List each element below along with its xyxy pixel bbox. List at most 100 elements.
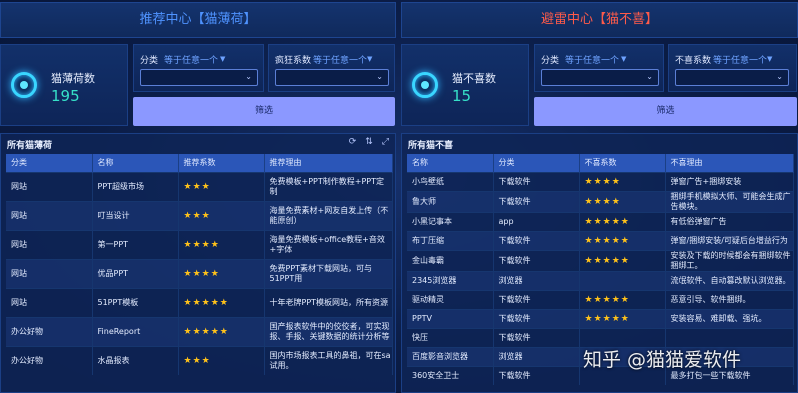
cell-reason: 国产报表软件中的佼佼者，可实现报、手报、关键数据的统计分析等 [264, 316, 393, 346]
table-row[interactable]: 金山毒霸 下载软件 ★★★★★ 安装及下载的时候都会有捆绑软件捆绑工。 [407, 249, 794, 271]
dislike-stat-card: 猫不喜数 15 [401, 44, 529, 126]
cell-category: app [493, 211, 580, 231]
table-row[interactable]: 网站 51PPT模板 ★★★★★ 十年老牌PPT模板网站，所有资源 [6, 287, 393, 317]
table-row[interactable]: 小黑记事本 app ★★★★★ 有低俗弹窗广告 [407, 211, 794, 231]
cell-name: 优品PPT [92, 258, 179, 288]
cell-rating: ★★★★★ [579, 249, 666, 271]
table-header-row: 分类 名称 推荐系数 推荐理由 [6, 154, 393, 172]
filter-button[interactable]: 筛选 [534, 97, 797, 126]
chevron-down-icon: ⌄ [646, 72, 653, 81]
column-header[interactable]: 名称 [92, 154, 179, 172]
table-row[interactable]: 驱动精灵 下载软件 ★★★★★ 恶意引导、软件捆绑。 [407, 289, 794, 309]
cell-category: 下载软件 [493, 230, 580, 250]
table-row[interactable]: PPTV 下载软件 ★★★★★ 安装容易、难卸载、强坑。 [407, 308, 794, 328]
recommend-title: 推荐中心【猫薄荷】 [0, 2, 396, 38]
stat-value: 15 [452, 87, 472, 105]
cell-reason: 恶意引导、软件捆绑。 [665, 289, 794, 309]
cell-rating: ★★★ [178, 345, 265, 375]
table-row[interactable]: 办公好物 水晶报表 ★★★ 国内市场报表工具的鼻祖，可在sa试用。 [6, 345, 393, 375]
cell-rating: ★★★★ [579, 171, 666, 191]
cell-category: 下载软件 [493, 327, 580, 347]
ring-icon [11, 72, 37, 98]
filter-operator[interactable]: 等于任意一个 [164, 53, 218, 66]
sort-icon[interactable]: ⇅ [365, 137, 373, 147]
category-select[interactable]: ⌄ [140, 69, 258, 86]
caret-down-icon[interactable]: ▼ [367, 55, 372, 63]
table-row[interactable]: 办公好物 FineReport ★★★★★ 国产报表软件中的佼佼者，可实现报、手… [6, 316, 393, 346]
cell-reason: 有低俗弹窗广告 [665, 211, 794, 231]
filter-operator[interactable]: 等于任意一个 [713, 53, 767, 66]
cell-category: 办公好物 [6, 316, 93, 346]
table-row[interactable]: 布丁压缩 下载软件 ★★★★★ 弹窗/捆绑安装/可疑后台增益行为 [407, 230, 794, 250]
catnip-table-card: 所有猫薄荷 ⟳ ⇅ ⤢ 分类 名称 推荐系数 推荐理由 网站 PPT超级市场 ★★★… [0, 133, 396, 393]
caret-down-icon[interactable]: ▼ [621, 55, 626, 63]
cell-category: 网站 [6, 287, 93, 317]
column-header[interactable]: 推荐系数 [178, 154, 265, 172]
refresh-icon[interactable]: ⟳ [349, 137, 357, 147]
column-header[interactable]: 不喜系数 [579, 154, 666, 172]
watermark: 知乎 @猫猫爱软件 [583, 349, 742, 371]
cell-reason: 流氓软件、自动篡改默认浏览器。 [665, 270, 794, 290]
caret-down-icon[interactable]: ▼ [220, 55, 225, 63]
dislike-filter: 不喜系数 等于任意一个 ▼ ⌄ [668, 44, 797, 92]
table-row[interactable]: 网站 第一PPT ★★★★ 海量免费模板+office教程+音效+字体 [6, 229, 393, 259]
column-header[interactable]: 分类 [493, 154, 580, 172]
cell-name: 51PPT模板 [92, 287, 179, 317]
cell-reason: 安装容易、难卸载、强坑。 [665, 308, 794, 328]
cell-name: 水晶报表 [92, 345, 179, 375]
recommend-panel: 推荐中心【猫薄荷】 猫薄荷数 195 分类 等于任意一个 ▼ ⌄ 疯狂系数 等于… [0, 0, 396, 393]
cell-name: PPTV [407, 308, 494, 328]
stat-value: 195 [51, 87, 80, 105]
cell-name: 叮当设计 [92, 200, 179, 230]
dislike-select[interactable]: ⌄ [675, 69, 789, 86]
chevron-down-icon: ⌄ [376, 72, 383, 81]
filter-button[interactable]: 筛选 [133, 97, 395, 126]
fullscreen-icon[interactable]: ⤢ [382, 137, 389, 147]
cell-reason: 海量免费素材+网友自发上传（不能原创） [264, 200, 393, 230]
cell-reason: 安装及下载的时候都会有捆绑软件捆绑工。 [665, 249, 794, 271]
table-row[interactable]: 2345浏览器 浏览器 流氓软件、自动篡改默认浏览器。 [407, 270, 794, 290]
cell-category: 网站 [6, 171, 93, 201]
cell-name: 鲁大师 [407, 190, 494, 212]
column-header[interactable]: 推荐理由 [264, 154, 393, 172]
cell-rating: ★★★★ [178, 258, 265, 288]
table-row[interactable]: 网站 PPT超级市场 ★★★ 免费模板+PPT制作教程+PPT定制 [6, 171, 393, 201]
cell-name: 金山毒霸 [407, 249, 494, 271]
table-row[interactable]: 网站 叮当设计 ★★★ 海量免费素材+网友自发上传（不能原创） [6, 200, 393, 230]
cell-name: 百度影音浏览器 [407, 346, 494, 366]
table-row[interactable]: 网站 优品PPT ★★★★ 免费PPT素材下载网站，可与51PPT用 [6, 258, 393, 288]
column-header[interactable]: 分类 [6, 154, 93, 172]
cell-name: 2345浏览器 [407, 270, 494, 290]
cell-category: 下载软件 [493, 308, 580, 328]
column-header[interactable]: 不喜理由 [665, 154, 794, 172]
ring-icon [412, 72, 438, 98]
filter-operator[interactable]: 等于任意一个 [313, 53, 367, 66]
cell-name: 小黑记事本 [407, 211, 494, 231]
table-title: 所有猫不喜 [408, 141, 454, 151]
cell-category: 网站 [6, 200, 93, 230]
cell-category: 浏览器 [493, 346, 580, 366]
cell-rating: ★★★★★ [579, 211, 666, 231]
category-select[interactable]: ⌄ [541, 69, 659, 86]
catnip-table: 分类 名称 推荐系数 推荐理由 网站 PPT超级市场 ★★★ 免费模板+PPT制… [6, 154, 393, 375]
cell-name: 驱动精灵 [407, 289, 494, 309]
table-row[interactable]: 鲁大师 下载软件 ★★★★ 捆绑手机模拟大师、可能会生成广告模块。 [407, 190, 794, 212]
stat-label: 猫不喜数 [452, 72, 496, 85]
crazy-select[interactable]: ⌄ [275, 69, 389, 86]
filter-operator[interactable]: 等于任意一个 [565, 53, 619, 66]
cell-category: 下载软件 [493, 190, 580, 212]
cell-reason: 十年老牌PPT模板网站，所有资源 [264, 287, 393, 317]
avoid-title: 避雷中心【猫不喜】 [401, 2, 798, 38]
caret-down-icon[interactable]: ▼ [767, 55, 772, 63]
cell-rating: ★★★★★ [579, 230, 666, 250]
cell-reason: 海量免费模板+office教程+音效+字体 [264, 229, 393, 259]
crazy-filter: 疯狂系数 等于任意一个 ▼ ⌄ [268, 44, 395, 92]
table-row[interactable]: 小鸟壁纸 下载软件 ★★★★ 弹窗广告+捆绑安装 [407, 171, 794, 191]
cell-name: 快压 [407, 327, 494, 347]
column-header[interactable]: 名称 [407, 154, 494, 172]
cell-reason: 捆绑手机模拟大师、可能会生成广告模块。 [665, 190, 794, 212]
cell-category: 下载软件 [493, 365, 580, 385]
cell-reason: 免费模板+PPT制作教程+PPT定制 [264, 171, 393, 201]
cell-category: 下载软件 [493, 249, 580, 271]
category-filter: 分类 等于任意一个 ▼ ⌄ [534, 44, 664, 92]
